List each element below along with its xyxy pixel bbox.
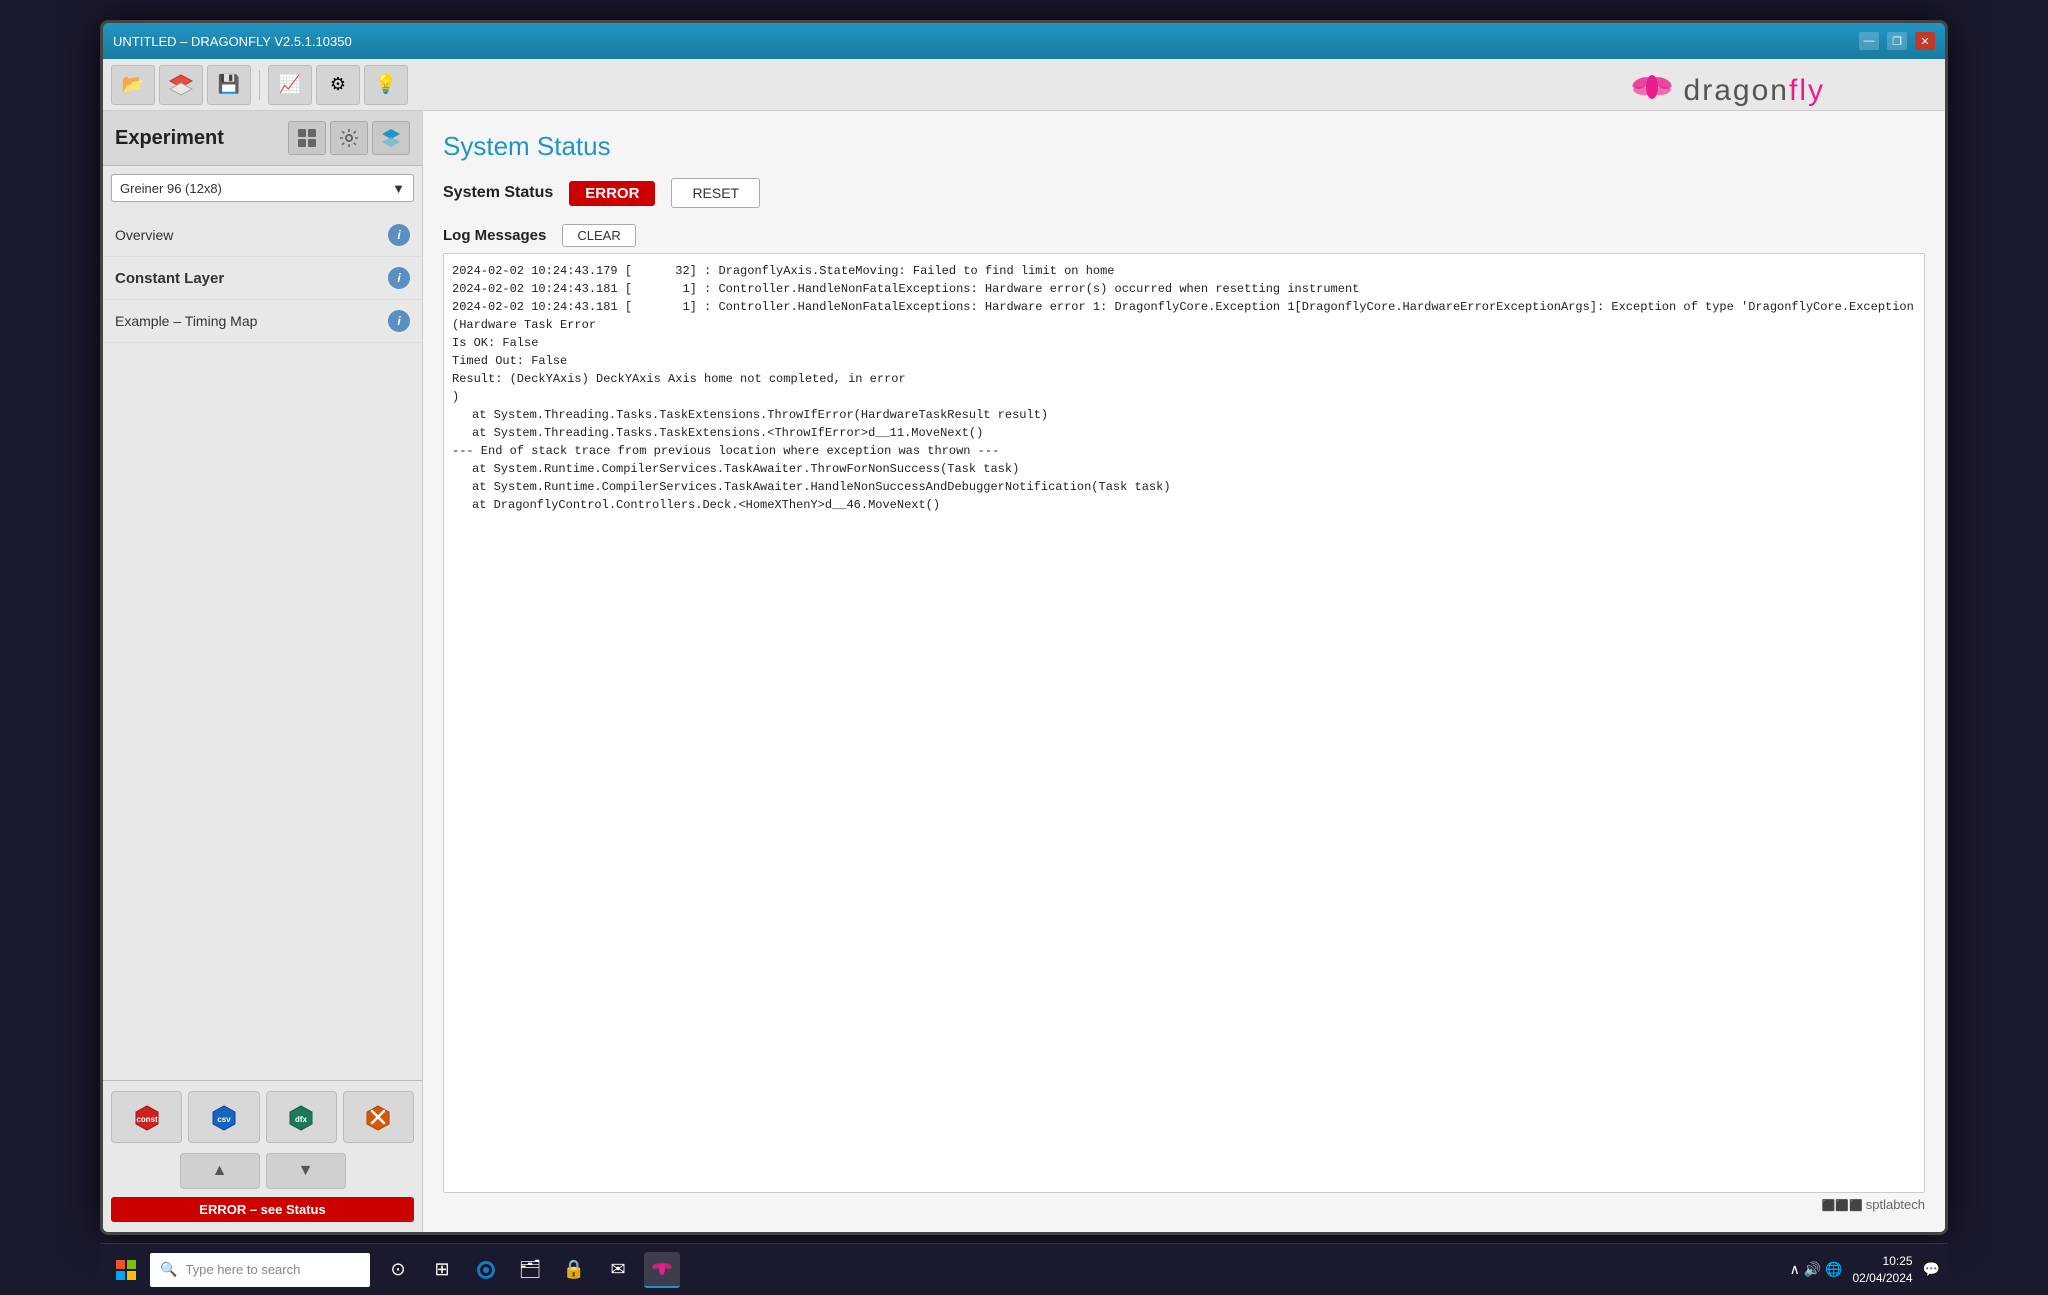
taskbar: 🔍 Type here to search ⊙ ⊞ 🗂 🔒 ✉ ∧ 🔊 🌐 10… bbox=[100, 1243, 1948, 1295]
nav-label-constant-layer: Constant Layer bbox=[115, 270, 224, 287]
search-icon: 🔍 bbox=[160, 1261, 177, 1278]
nav-up-arrow[interactable]: ▲ bbox=[180, 1153, 260, 1189]
experiment-dropdown[interactable]: Greiner 96 (12x8) ▼ bbox=[111, 174, 414, 202]
sidebar-bottom: const csv bbox=[103, 1080, 422, 1232]
dropdown-value: Greiner 96 (12x8) bbox=[120, 181, 222, 196]
taskbar-taskview[interactable]: ⊞ bbox=[424, 1252, 460, 1288]
log-line-10: --- End of stack trace from previous loc… bbox=[452, 442, 1916, 460]
nav-item-constant-layer[interactable]: Constant Layer i bbox=[103, 257, 422, 300]
taskbar-search-box[interactable]: 🔍 Type here to search bbox=[150, 1253, 370, 1287]
toolbar-sep-1 bbox=[259, 70, 260, 100]
system-tray-icons: ∧ 🔊 🌐 bbox=[1790, 1261, 1843, 1278]
window-controls: — ❐ ✕ bbox=[1859, 32, 1935, 50]
nav-info-constant-layer[interactable]: i bbox=[388, 267, 410, 289]
maximize-button[interactable]: ❐ bbox=[1887, 32, 1907, 50]
taskbar-explorer[interactable]: 🗂 bbox=[512, 1252, 548, 1288]
log-line-11: at System.Runtime.CompilerServices.TaskA… bbox=[452, 460, 1916, 478]
log-container[interactable]: 2024-02-02 10:24:43.179 [ 32] : Dragonfl… bbox=[443, 253, 1925, 1193]
search-placeholder: Type here to search bbox=[185, 1262, 300, 1277]
sidebar-icon-layers[interactable] bbox=[372, 121, 410, 155]
nav-down-arrow[interactable]: ▼ bbox=[266, 1153, 346, 1189]
taskbar-edge[interactable] bbox=[468, 1252, 504, 1288]
dropdown-arrow: ▼ bbox=[392, 181, 405, 196]
logo-text: dragonfly bbox=[1684, 74, 1825, 108]
sidebar-title: Experiment bbox=[115, 127, 224, 150]
nav-item-overview[interactable]: Overview i bbox=[103, 214, 422, 257]
bulb-button[interactable]: 💡 bbox=[364, 65, 408, 105]
nav-label-timing-map: Example – Timing Map bbox=[115, 313, 257, 329]
log-line-7: ) bbox=[452, 388, 1916, 406]
log-line-6: Result: (DeckYAxis) DeckYAxis Axis home … bbox=[452, 370, 1916, 388]
log-header: Log Messages CLEAR bbox=[443, 224, 1925, 247]
csv-icon: csv bbox=[208, 1101, 240, 1133]
waveform-button[interactable]: 📈 bbox=[268, 65, 312, 105]
taskbar-dragonfly[interactable] bbox=[644, 1252, 680, 1288]
layers-button[interactable] bbox=[159, 65, 203, 105]
sidebar-header-icons bbox=[288, 121, 410, 155]
clock-time: 10:25 bbox=[1853, 1253, 1913, 1270]
tool-icons-grid: const csv bbox=[111, 1091, 414, 1143]
reset-button[interactable]: RESET bbox=[671, 178, 760, 208]
log-line-8: at System.Threading.Tasks.TaskExtensions… bbox=[452, 406, 1916, 424]
log-line-5: Timed Out: False bbox=[452, 352, 1916, 370]
svg-text:csv: csv bbox=[217, 1115, 231, 1124]
close-button[interactable]: ✕ bbox=[1915, 32, 1935, 50]
settings-button[interactable]: ⚙ bbox=[316, 65, 360, 105]
app-container: 📂 💾 📈 ⚙ 💡 bbox=[103, 59, 1945, 1232]
log-line-9: at System.Threading.Tasks.TaskExtensions… bbox=[452, 424, 1916, 442]
sidebar-icon-grid[interactable] bbox=[288, 121, 326, 155]
nav-arrows: ▲ ▼ bbox=[111, 1153, 414, 1189]
tools-tool-icon[interactable] bbox=[343, 1091, 414, 1143]
page-title: System Status bbox=[443, 131, 1925, 162]
dfx-icon: dfx bbox=[285, 1101, 317, 1133]
window-title: UNTITLED – DRAGONFLY V2.5.1.10350 bbox=[113, 34, 352, 49]
log-line-3: (Hardware Task Error bbox=[452, 316, 1916, 334]
sidebar: Experiment bbox=[103, 111, 423, 1232]
minimize-button[interactable]: — bbox=[1859, 32, 1879, 50]
main-layout: Experiment bbox=[103, 111, 1945, 1232]
taskbar-right: ∧ 🔊 🌐 10:25 02/04/2024 💬 bbox=[1790, 1253, 1940, 1287]
system-status-row: System Status ERROR RESET bbox=[443, 178, 1925, 208]
nav-info-timing-map[interactable]: i bbox=[388, 310, 410, 332]
log-line-0: 2024-02-02 10:24:43.179 [ 32] : Dragonfl… bbox=[452, 262, 1916, 280]
taskbar-mail[interactable]: ✉ bbox=[600, 1252, 636, 1288]
taskbar-cortana[interactable]: ⊙ bbox=[380, 1252, 416, 1288]
clock-date: 02/04/2024 bbox=[1853, 1270, 1913, 1287]
content-area: System Status System Status ERROR RESET … bbox=[423, 111, 1945, 1232]
clear-log-button[interactable]: CLEAR bbox=[562, 224, 635, 247]
open-button[interactable]: 📂 bbox=[111, 65, 155, 105]
dfx-tool-icon[interactable]: dfx bbox=[266, 1091, 337, 1143]
logo-icon bbox=[1628, 69, 1676, 113]
log-line-13: at DragonflyControl.Controllers.Deck.<Ho… bbox=[452, 496, 1916, 514]
nav-item-timing-map[interactable]: Example – Timing Map i bbox=[103, 300, 422, 343]
sptlab-logo: ⬛⬛⬛ sptlabtech bbox=[443, 1193, 1925, 1212]
svg-text:const: const bbox=[136, 1115, 158, 1124]
sidebar-icon-settings[interactable] bbox=[330, 121, 368, 155]
sidebar-header: Experiment bbox=[103, 111, 422, 166]
title-bar: UNTITLED – DRAGONFLY V2.5.1.10350 — ❐ ✕ bbox=[103, 23, 1945, 59]
nav-info-overview[interactable]: i bbox=[388, 224, 410, 246]
system-status-label: System Status bbox=[443, 184, 553, 202]
log-line-2: 2024-02-02 10:24:43.181 [ 1] : Controlle… bbox=[452, 298, 1916, 316]
log-line-1: 2024-02-02 10:24:43.181 [ 1] : Controlle… bbox=[452, 280, 1916, 298]
notification-badge[interactable]: 💬 bbox=[1923, 1261, 1940, 1278]
svg-text:dfx: dfx bbox=[295, 1115, 308, 1124]
taskbar-clock[interactable]: 10:25 02/04/2024 bbox=[1853, 1253, 1913, 1287]
log-line-4: Is OK: False bbox=[452, 334, 1916, 352]
log-title: Log Messages bbox=[443, 227, 546, 244]
csv-tool-icon[interactable]: csv bbox=[188, 1091, 259, 1143]
app-logo: dragonfly bbox=[1628, 69, 1825, 113]
status-badge: ERROR bbox=[569, 181, 655, 206]
tools-icon bbox=[362, 1101, 394, 1133]
const-icon: const bbox=[131, 1101, 163, 1133]
start-button[interactable] bbox=[108, 1252, 144, 1288]
save-button[interactable]: 💾 bbox=[207, 65, 251, 105]
taskbar-lock[interactable]: 🔒 bbox=[556, 1252, 592, 1288]
log-line-12: at System.Runtime.CompilerServices.TaskA… bbox=[452, 478, 1916, 496]
nav-label-overview: Overview bbox=[115, 227, 173, 243]
sidebar-nav: Overview i Constant Layer i Example – Ti… bbox=[103, 210, 422, 1080]
taskbar-icons: ⊙ ⊞ 🗂 🔒 ✉ bbox=[380, 1252, 680, 1288]
error-status-bar: ERROR – see Status bbox=[111, 1197, 414, 1222]
const-tool-icon[interactable]: const bbox=[111, 1091, 182, 1143]
